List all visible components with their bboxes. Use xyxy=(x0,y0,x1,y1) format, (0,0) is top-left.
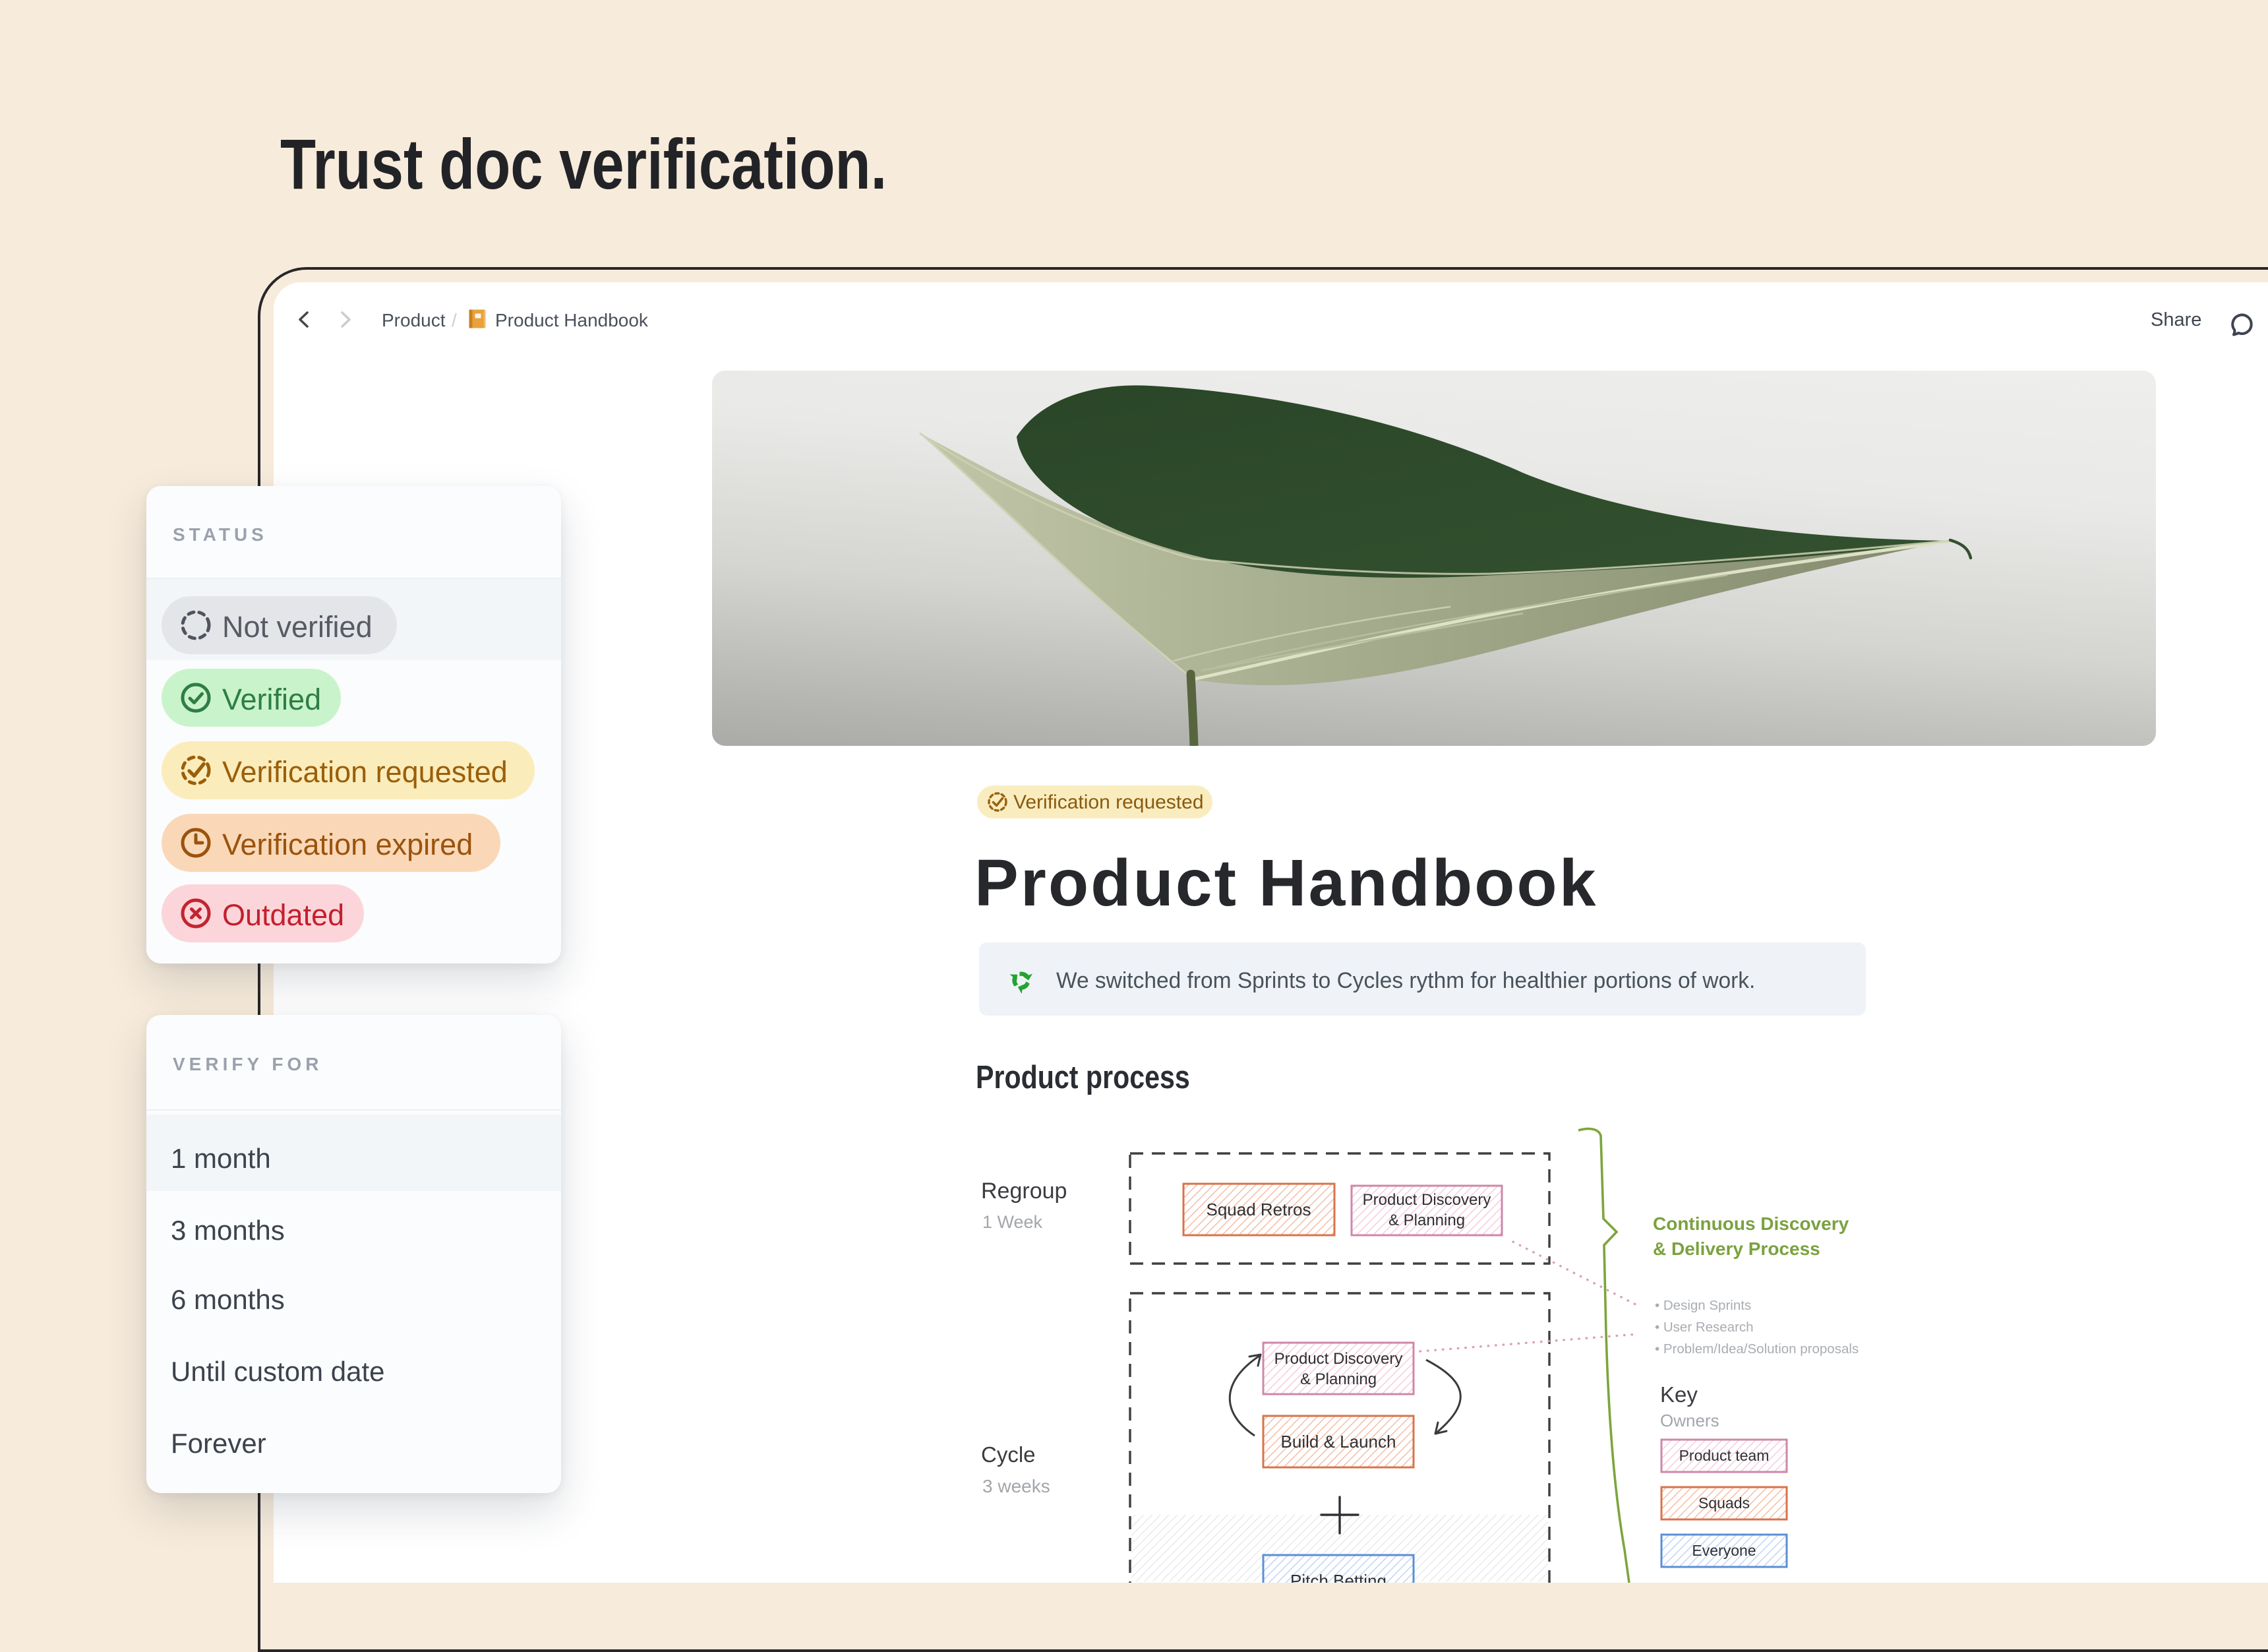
svg-text:• Problem/Idea/Solution propos: • Problem/Idea/Solution proposals xyxy=(1655,1341,1859,1357)
svg-text:Key: Key xyxy=(1660,1382,1698,1407)
svg-text:• Design Sprints: • Design Sprints xyxy=(1655,1298,1751,1313)
svg-text:Build & Launch: Build & Launch xyxy=(1281,1432,1396,1452)
svg-text:& Planning: & Planning xyxy=(1388,1211,1465,1229)
svg-text:1 Week: 1 Week xyxy=(982,1212,1043,1232)
svg-text:Product Discovery: Product Discovery xyxy=(1274,1350,1403,1368)
svg-text:3 weeks: 3 weeks xyxy=(982,1476,1050,1496)
svg-text:Pitch Betting: Pitch Betting xyxy=(1290,1571,1387,1583)
svg-text:Cycle: Cycle xyxy=(981,1442,1036,1467)
svg-text:Owners: Owners xyxy=(1660,1411,1719,1430)
svg-text:Product Discovery: Product Discovery xyxy=(1363,1191,1491,1209)
svg-text:Continuous Discovery: Continuous Discovery xyxy=(1653,1213,1849,1234)
svg-text:Product team: Product team xyxy=(1679,1447,1770,1464)
svg-text:Everyone: Everyone xyxy=(1692,1542,1756,1559)
svg-text:Squads: Squads xyxy=(1698,1494,1750,1512)
svg-text:• User Research: • User Research xyxy=(1655,1320,1754,1335)
svg-text:Regroup: Regroup xyxy=(981,1178,1067,1204)
svg-text:& Planning: & Planning xyxy=(1300,1370,1377,1388)
svg-text:& Delivery Process: & Delivery Process xyxy=(1653,1239,1820,1259)
svg-text:Squad Retros: Squad Retros xyxy=(1207,1200,1311,1219)
